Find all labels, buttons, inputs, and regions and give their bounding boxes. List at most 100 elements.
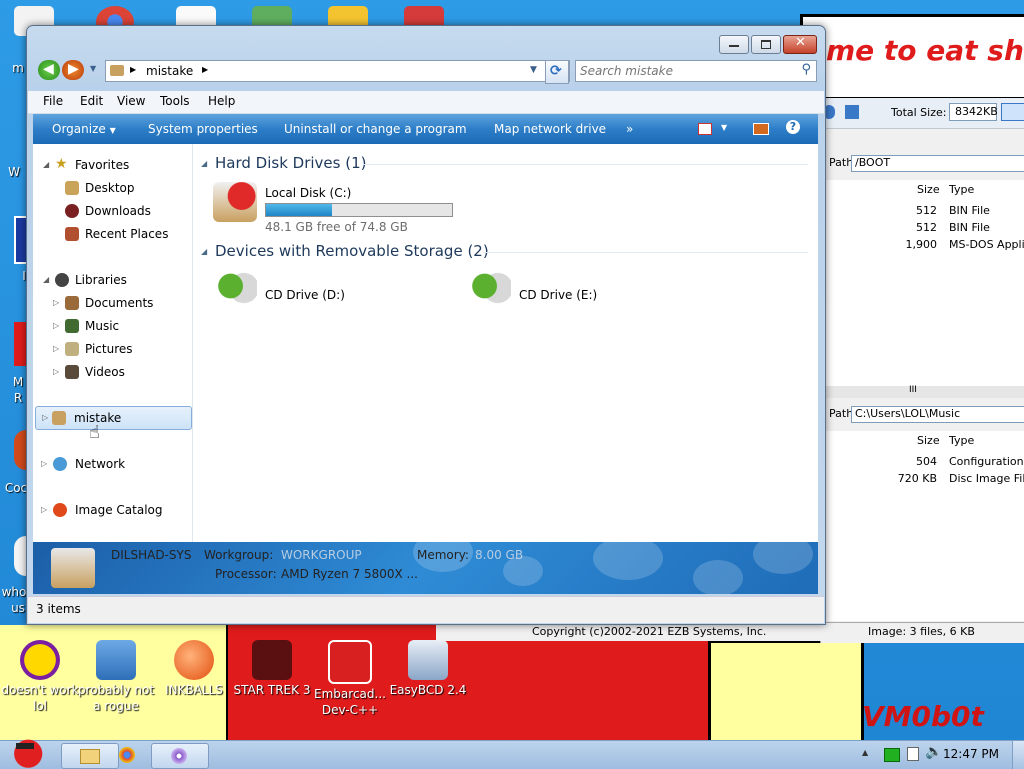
forward-button[interactable]: ▶ xyxy=(62,60,84,80)
taskbar-ultraiso-button[interactable] xyxy=(151,743,209,769)
organize-label: Organize xyxy=(52,122,106,136)
column-size[interactable]: Size xyxy=(917,183,940,196)
menu-tools[interactable]: Tools xyxy=(160,94,190,108)
search-icon[interactable]: ⚲ xyxy=(801,62,811,77)
network-tray-icon[interactable] xyxy=(884,748,900,762)
nav-recent-places[interactable]: Recent Places xyxy=(33,223,192,245)
column-size[interactable]: Size xyxy=(917,434,940,447)
top-path-row: Path: /BOOT xyxy=(821,153,1024,173)
desktop-icon-yahoo[interactable]: doesn't work lol xyxy=(0,640,80,714)
nav-image-catalog[interactable]: ▷ Image Catalog xyxy=(33,499,192,521)
address-bar[interactable]: ▶ mistake ▶ ▼ xyxy=(105,60,570,82)
view-dropdown-icon[interactable]: ▼ xyxy=(721,123,727,132)
music-icon xyxy=(65,319,79,333)
nav-libraries[interactable]: ◢ Libraries xyxy=(33,269,192,291)
drive-cd-e[interactable]: CD Drive (E:) xyxy=(467,268,667,314)
collapse-icon[interactable]: ▷ xyxy=(41,505,47,514)
change-view-icon[interactable] xyxy=(698,123,712,135)
drive-cd-d[interactable]: CD Drive (D:) xyxy=(213,268,413,314)
group-header-hdd[interactable]: Hard Disk Drives (1) xyxy=(215,154,366,172)
horizontal-scrollbar[interactable]: III xyxy=(821,385,1024,398)
file-size: 512 xyxy=(916,221,937,234)
column-type[interactable]: Type xyxy=(949,434,974,447)
breadcrumb-separator-icon[interactable]: ▶ xyxy=(130,65,136,74)
refresh-button[interactable]: ⟳ xyxy=(545,60,569,84)
recent-places-icon xyxy=(65,227,79,241)
nav-favorites[interactable]: ◢ ★ Favorites xyxy=(33,154,192,176)
collapse-icon[interactable]: ▷ xyxy=(53,344,59,353)
taskbar-chrome-button[interactable] xyxy=(106,743,148,767)
menu-edit[interactable]: Edit xyxy=(80,94,103,108)
minimize-icon xyxy=(729,45,739,47)
file-type: BIN File xyxy=(949,221,990,234)
nav-desktop[interactable]: Desktop xyxy=(33,177,192,199)
desktop-icon-probably[interactable]: probably not a rogue xyxy=(76,640,156,714)
group-collapse-icon[interactable]: ◢ xyxy=(201,159,207,168)
group-header-removable[interactable]: Devices with Removable Storage (2) xyxy=(215,242,489,260)
back-button[interactable]: ◀ xyxy=(38,60,60,80)
map-network-drive-button[interactable]: Map network drive xyxy=(494,122,606,136)
collapse-icon[interactable]: ▷ xyxy=(53,367,59,376)
menu-help[interactable]: Help xyxy=(208,94,235,108)
search-box[interactable]: ⚲ xyxy=(575,60,817,82)
background-app-window[interactable]: Total Size: 8342KB Path: /BOOT Size Type… xyxy=(820,98,1024,643)
menu-view[interactable]: View xyxy=(117,94,145,108)
expand-icon[interactable]: ◢ xyxy=(43,160,49,169)
expand-icon[interactable]: ◢ xyxy=(43,275,49,284)
capacity-bar xyxy=(265,203,453,217)
maximize-button[interactable] xyxy=(751,35,781,54)
desktop-icon-label: INKBALLS xyxy=(165,683,223,697)
search-input[interactable] xyxy=(578,62,792,80)
explorer-window[interactable]: ✕ ◀ ▶ ▼ ▶ mistake ▶ ▼ ⟳ ⚲ File Edit View… xyxy=(26,25,826,625)
flag-tray-icon[interactable] xyxy=(907,747,919,761)
start-button[interactable] xyxy=(4,735,48,769)
nav-network[interactable]: ▷ Network xyxy=(33,453,192,475)
clock[interactable]: 12:47 PM xyxy=(943,747,999,761)
help-icon[interactable]: ? xyxy=(786,120,800,134)
volume-tray-icon[interactable]: 🔈 xyxy=(925,744,942,760)
desktop-partial-icon[interactable] xyxy=(14,430,26,470)
breadcrumb-separator-icon[interactable]: ▶ xyxy=(202,65,208,74)
close-button[interactable]: ✕ xyxy=(783,35,817,54)
desktop-icon-easybcd[interactable]: EasyBCD 2.4 xyxy=(388,640,468,698)
breadcrumb-location[interactable]: mistake xyxy=(146,64,193,78)
more-commands-button[interactable]: » xyxy=(626,122,633,136)
nav-videos[interactable]: ▷ Videos xyxy=(33,361,192,383)
collapse-icon[interactable]: ▷ xyxy=(42,413,48,422)
nav-music[interactable]: ▷ Music xyxy=(33,315,192,337)
collapse-icon[interactable]: ▷ xyxy=(53,298,59,307)
show-hidden-icons[interactable]: ▲ xyxy=(862,748,868,757)
bottom-file-list: 504 Configuration Se 720 KB Disc Image F… xyxy=(821,449,1024,621)
file-size: 720 KB xyxy=(897,472,937,485)
group-collapse-icon[interactable]: ◢ xyxy=(201,247,207,256)
minimize-button[interactable] xyxy=(719,35,749,54)
desktop-partial-icon[interactable] xyxy=(14,536,26,576)
nav-documents[interactable]: ▷ Documents xyxy=(33,292,192,314)
nav-pictures[interactable]: ▷ Pictures xyxy=(33,338,192,360)
file-type: Configuration Se xyxy=(949,455,1024,468)
processor-label: Processor: xyxy=(215,567,277,581)
drive-local-c[interactable]: Local Disk (C:) 48.1 GB free of 74.8 GB xyxy=(213,182,473,234)
computer-details-icon xyxy=(51,548,95,588)
menu-file[interactable]: File xyxy=(43,94,63,108)
desktop-partial-icon[interactable] xyxy=(14,322,26,366)
desktop-icon-startrek[interactable]: STAR TREK 3 xyxy=(232,640,312,698)
column-type[interactable]: Type xyxy=(949,183,974,196)
system-properties-button[interactable]: System properties xyxy=(148,122,258,136)
maximize-icon xyxy=(761,40,771,49)
collapse-icon[interactable]: ▷ xyxy=(53,321,59,330)
history-dropdown-icon[interactable]: ▼ xyxy=(90,64,96,73)
uninstall-program-button[interactable]: Uninstall or change a program xyxy=(284,122,467,136)
chevron-down-icon: ▼ xyxy=(109,126,116,135)
address-dropdown-icon[interactable]: ▼ xyxy=(530,65,537,75)
nav-downloads[interactable]: Downloads xyxy=(33,200,192,222)
collapse-icon[interactable]: ▷ xyxy=(41,459,47,468)
desktop-icon-inkballs[interactable]: INKBALLS xyxy=(154,640,234,698)
nav-computer[interactable]: ▷ mistake xyxy=(35,406,192,430)
organize-button[interactable]: Organize ▼ xyxy=(52,122,116,136)
desktop-icon-devcpp[interactable]: Embarcad... Dev-C++ xyxy=(310,640,390,718)
preview-pane-icon[interactable] xyxy=(753,123,769,135)
copyright-text: Copyright (c)2002-2021 EZB Systems, Inc. xyxy=(532,625,767,638)
show-desktop-button[interactable] xyxy=(1012,741,1024,769)
toolbar-icon[interactable] xyxy=(845,105,859,119)
